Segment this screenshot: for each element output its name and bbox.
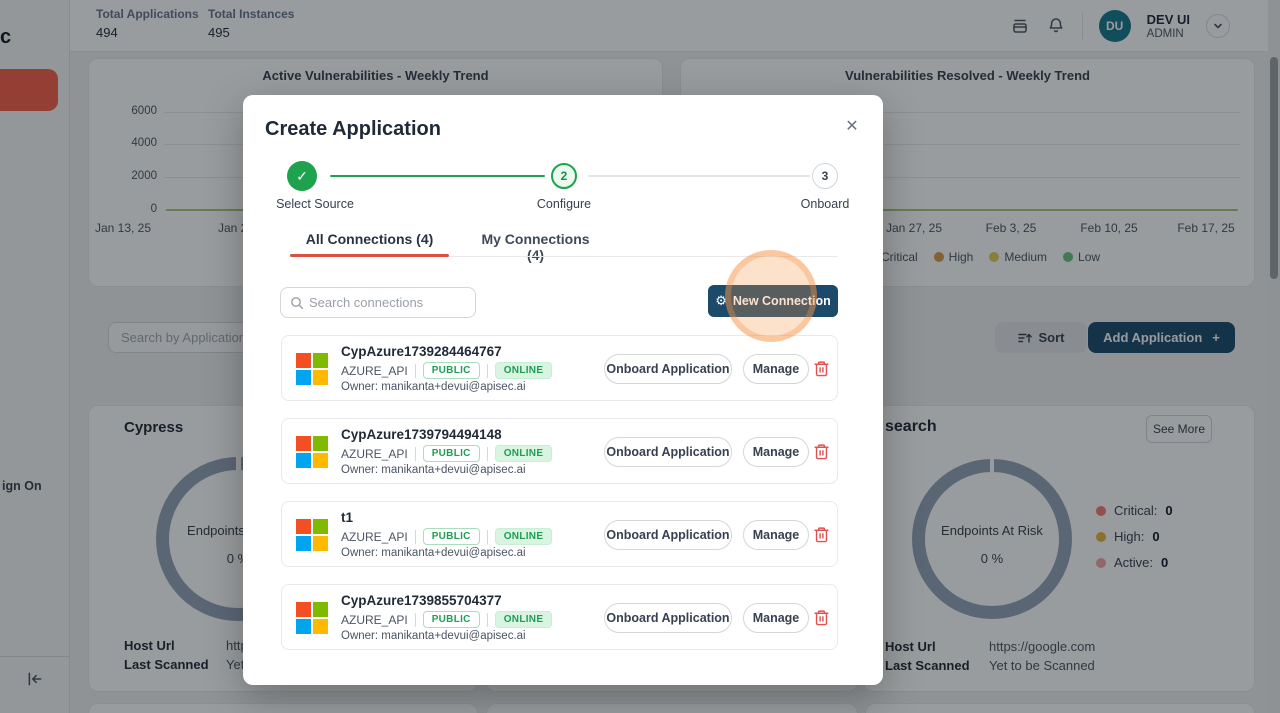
search-connections-input[interactable] bbox=[309, 288, 469, 317]
azure-icon bbox=[296, 602, 328, 634]
connection-name: CypAzure1739284464767 bbox=[341, 344, 502, 359]
onboard-application-button[interactable]: Onboard Application bbox=[604, 603, 732, 633]
step-connector-done bbox=[330, 175, 545, 177]
create-application-modal: Create Application ✕ ✓ 2 3 Select Source… bbox=[243, 95, 883, 685]
step-label-select-source: Select Source bbox=[255, 197, 375, 211]
online-badge: ONLINE bbox=[495, 528, 553, 545]
connection-owner: Owner: manikanta+devui@apisec.ai bbox=[341, 381, 526, 393]
close-icon[interactable]: ✕ bbox=[839, 113, 865, 139]
manage-button[interactable]: Manage bbox=[743, 520, 809, 550]
onboard-application-button[interactable]: Onboard Application bbox=[604, 520, 732, 550]
step-2-active: 2 bbox=[551, 163, 577, 189]
new-connection-button[interactable]: ⚙ New Connection bbox=[708, 285, 838, 317]
azure-icon bbox=[296, 353, 328, 385]
connection-meta: AZURE_API PUBLIC ONLINE bbox=[341, 611, 552, 628]
public-badge: PUBLIC bbox=[423, 611, 480, 628]
connection-meta: AZURE_API PUBLIC ONLINE bbox=[341, 528, 552, 545]
trash-icon[interactable] bbox=[813, 609, 831, 627]
gear-icon: ⚙ bbox=[715, 295, 727, 308]
onboard-application-button[interactable]: Onboard Application bbox=[604, 354, 732, 384]
step-label-configure: Configure bbox=[514, 197, 614, 211]
manage-button[interactable]: Manage bbox=[743, 603, 809, 633]
azure-icon bbox=[296, 436, 328, 468]
azure-icon bbox=[296, 519, 328, 551]
connection-row: CypAzure1739794494148 AZURE_API PUBLIC O… bbox=[281, 418, 838, 484]
trash-icon[interactable] bbox=[813, 443, 831, 461]
search-icon bbox=[290, 296, 304, 310]
connection-owner: Owner: manikanta+devui@apisec.ai bbox=[341, 630, 526, 642]
step-3-upcoming: 3 bbox=[812, 163, 838, 189]
connection-row: t1 AZURE_API PUBLIC ONLINE Owner: manika… bbox=[281, 501, 838, 567]
tab-all-connections[interactable]: All Connections (4) bbox=[290, 231, 449, 247]
connection-name: CypAzure1739855704377 bbox=[341, 593, 502, 608]
manage-button[interactable]: Manage bbox=[743, 354, 809, 384]
connection-row: CypAzure1739855704377 AZURE_API PUBLIC O… bbox=[281, 584, 838, 650]
active-tab-underline bbox=[290, 254, 449, 257]
connection-meta: AZURE_API PUBLIC ONLINE bbox=[341, 362, 552, 379]
online-badge: ONLINE bbox=[495, 362, 553, 379]
connection-owner: Owner: manikanta+devui@apisec.ai bbox=[341, 464, 526, 476]
public-badge: PUBLIC bbox=[423, 445, 480, 462]
step-label-onboard: Onboard bbox=[775, 197, 875, 211]
tab-my-connections[interactable]: My Connections (4) bbox=[473, 231, 598, 263]
modal-title: Create Application bbox=[265, 118, 441, 141]
step-connector-pending bbox=[588, 175, 810, 177]
manage-button[interactable]: Manage bbox=[743, 437, 809, 467]
connection-row: CypAzure1739284464767 AZURE_API PUBLIC O… bbox=[281, 335, 838, 401]
connection-name: t1 bbox=[341, 510, 353, 525]
trash-icon[interactable] bbox=[813, 360, 831, 378]
online-badge: ONLINE bbox=[495, 611, 553, 628]
trash-icon[interactable] bbox=[813, 526, 831, 544]
connection-name: CypAzure1739794494148 bbox=[341, 427, 502, 442]
connection-owner: Owner: manikanta+devui@apisec.ai bbox=[341, 547, 526, 559]
onboard-application-button[interactable]: Onboard Application bbox=[604, 437, 732, 467]
step-1-done: ✓ bbox=[287, 161, 317, 191]
public-badge: PUBLIC bbox=[423, 528, 480, 545]
online-badge: ONLINE bbox=[495, 445, 553, 462]
check-icon: ✓ bbox=[296, 168, 308, 185]
public-badge: PUBLIC bbox=[423, 362, 480, 379]
connection-meta: AZURE_API PUBLIC ONLINE bbox=[341, 445, 552, 462]
search-connections-field bbox=[280, 287, 476, 318]
